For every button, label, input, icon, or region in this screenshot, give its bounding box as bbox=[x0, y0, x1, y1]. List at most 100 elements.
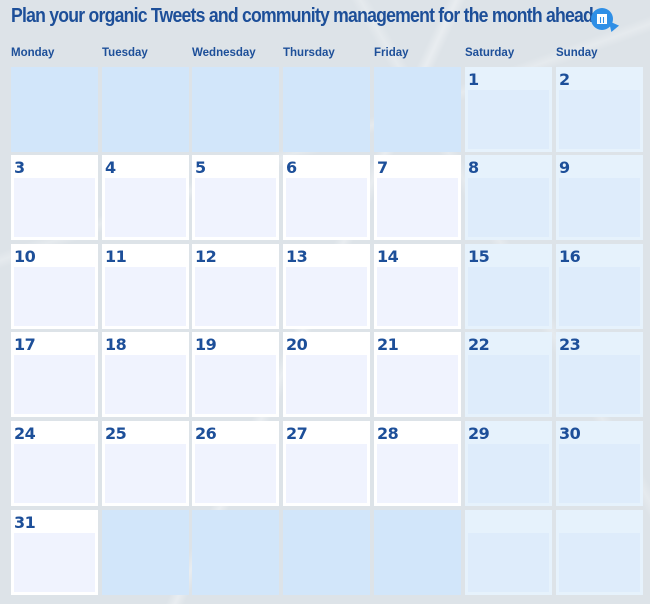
day-cell-10[interactable]: 10 bbox=[11, 244, 98, 329]
day-cell-27[interactable]: 27 bbox=[283, 421, 370, 506]
day-notes-area[interactable] bbox=[559, 178, 640, 237]
day-notes-area[interactable] bbox=[14, 267, 95, 326]
day-cell-7[interactable]: 7 bbox=[374, 155, 461, 240]
day-notes-area[interactable] bbox=[468, 444, 549, 503]
day-cell-20[interactable]: 20 bbox=[283, 332, 370, 417]
day-number: 4 bbox=[105, 158, 116, 177]
weekday-header-saturday: Saturday bbox=[465, 47, 515, 59]
day-notes-area[interactable] bbox=[377, 178, 458, 237]
day-cell-17[interactable]: 17 bbox=[11, 332, 98, 417]
day-cell-16[interactable]: 16 bbox=[556, 244, 643, 329]
day-cell-25[interactable]: 25 bbox=[102, 421, 189, 506]
day-number: 23 bbox=[559, 335, 581, 354]
day-notes-area[interactable] bbox=[105, 267, 186, 326]
empty-day-cell bbox=[192, 510, 279, 595]
day-notes-area[interactable] bbox=[468, 267, 549, 326]
day-cell-29[interactable]: 29 bbox=[465, 421, 552, 506]
day-notes-area[interactable] bbox=[14, 533, 95, 592]
day-number: 20 bbox=[286, 335, 308, 354]
day-cell-31[interactable]: 31 bbox=[11, 510, 98, 595]
day-notes-area[interactable] bbox=[377, 267, 458, 326]
day-cell-30[interactable]: 30 bbox=[556, 421, 643, 506]
day-notes-area[interactable] bbox=[559, 355, 640, 414]
day-number: 30 bbox=[559, 424, 581, 443]
day-cell-26[interactable]: 26 bbox=[192, 421, 279, 506]
day-cell-1[interactable]: 1 bbox=[465, 67, 552, 152]
day-cell-3[interactable]: 3 bbox=[11, 155, 98, 240]
day-notes-area bbox=[468, 533, 549, 592]
weekday-header-monday: Monday bbox=[11, 47, 55, 59]
day-notes-area[interactable] bbox=[377, 444, 458, 503]
day-cell-23[interactable]: 23 bbox=[556, 332, 643, 417]
day-cell-11[interactable]: 11 bbox=[102, 244, 189, 329]
day-notes-area[interactable] bbox=[105, 355, 186, 414]
day-cell-18[interactable]: 18 bbox=[102, 332, 189, 417]
empty-day-cell bbox=[374, 67, 461, 152]
weekday-header-thursday: Thursday bbox=[283, 47, 335, 59]
day-number: 22 bbox=[468, 335, 490, 354]
day-number: 10 bbox=[14, 247, 36, 266]
day-number: 17 bbox=[14, 335, 36, 354]
calendar-cursor-icon[interactable] bbox=[591, 8, 620, 33]
empty-day-cell bbox=[283, 67, 370, 152]
day-number: 6 bbox=[286, 158, 297, 177]
day-number: 24 bbox=[14, 424, 36, 443]
day-notes-area[interactable] bbox=[105, 444, 186, 503]
day-notes-area[interactable] bbox=[14, 178, 95, 237]
empty-day-cell bbox=[192, 67, 279, 152]
day-cell-12[interactable]: 12 bbox=[192, 244, 279, 329]
weekday-header-tuesday: Tuesday bbox=[102, 47, 148, 59]
day-notes-area[interactable] bbox=[286, 178, 367, 237]
day-number: 2 bbox=[559, 70, 570, 89]
day-number: 5 bbox=[195, 158, 206, 177]
day-notes-area[interactable] bbox=[286, 267, 367, 326]
day-notes-area[interactable] bbox=[195, 444, 276, 503]
empty-day-cell bbox=[283, 510, 370, 595]
day-cell-4[interactable]: 4 bbox=[102, 155, 189, 240]
day-number: 3 bbox=[14, 158, 25, 177]
day-notes-area[interactable] bbox=[195, 267, 276, 326]
day-cell-19[interactable]: 19 bbox=[192, 332, 279, 417]
day-number: 26 bbox=[195, 424, 217, 443]
day-cell-8[interactable]: 8 bbox=[465, 155, 552, 240]
day-notes-area[interactable] bbox=[105, 178, 186, 237]
day-number: 28 bbox=[377, 424, 399, 443]
day-cell-13[interactable]: 13 bbox=[283, 244, 370, 329]
day-notes-area[interactable] bbox=[14, 444, 95, 503]
day-notes-area[interactable] bbox=[468, 90, 549, 149]
day-cell-14[interactable]: 14 bbox=[374, 244, 461, 329]
day-notes-area[interactable] bbox=[286, 355, 367, 414]
day-notes-area[interactable] bbox=[377, 355, 458, 414]
day-number: 31 bbox=[14, 513, 36, 532]
day-notes-area[interactable] bbox=[468, 178, 549, 237]
day-notes-area[interactable] bbox=[195, 355, 276, 414]
day-number: 12 bbox=[195, 247, 217, 266]
page-title: Plan your organic Tweets and community m… bbox=[11, 4, 594, 27]
day-number: 18 bbox=[105, 335, 127, 354]
day-cell-21[interactable]: 21 bbox=[374, 332, 461, 417]
day-number: 14 bbox=[377, 247, 399, 266]
day-notes-area[interactable] bbox=[14, 355, 95, 414]
day-notes-area[interactable] bbox=[468, 355, 549, 414]
day-cell-15[interactable]: 15 bbox=[465, 244, 552, 329]
day-notes-area[interactable] bbox=[195, 178, 276, 237]
day-notes-area[interactable] bbox=[286, 444, 367, 503]
day-notes-area[interactable] bbox=[559, 267, 640, 326]
empty-day-cell bbox=[465, 510, 552, 595]
day-number: 16 bbox=[559, 247, 581, 266]
day-number: 27 bbox=[286, 424, 308, 443]
day-cell-2[interactable]: 2 bbox=[556, 67, 643, 152]
day-cell-22[interactable]: 22 bbox=[465, 332, 552, 417]
empty-day-cell bbox=[374, 510, 461, 595]
day-cell-28[interactable]: 28 bbox=[374, 421, 461, 506]
empty-day-cell bbox=[102, 510, 189, 595]
day-number: 7 bbox=[377, 158, 388, 177]
day-cell-24[interactable]: 24 bbox=[11, 421, 98, 506]
day-notes-area[interactable] bbox=[559, 444, 640, 503]
day-notes-area[interactable] bbox=[559, 90, 640, 149]
day-cell-6[interactable]: 6 bbox=[283, 155, 370, 240]
day-cell-5[interactable]: 5 bbox=[192, 155, 279, 240]
day-cell-9[interactable]: 9 bbox=[556, 155, 643, 240]
day-number: 21 bbox=[377, 335, 399, 354]
day-notes-area bbox=[559, 533, 640, 592]
